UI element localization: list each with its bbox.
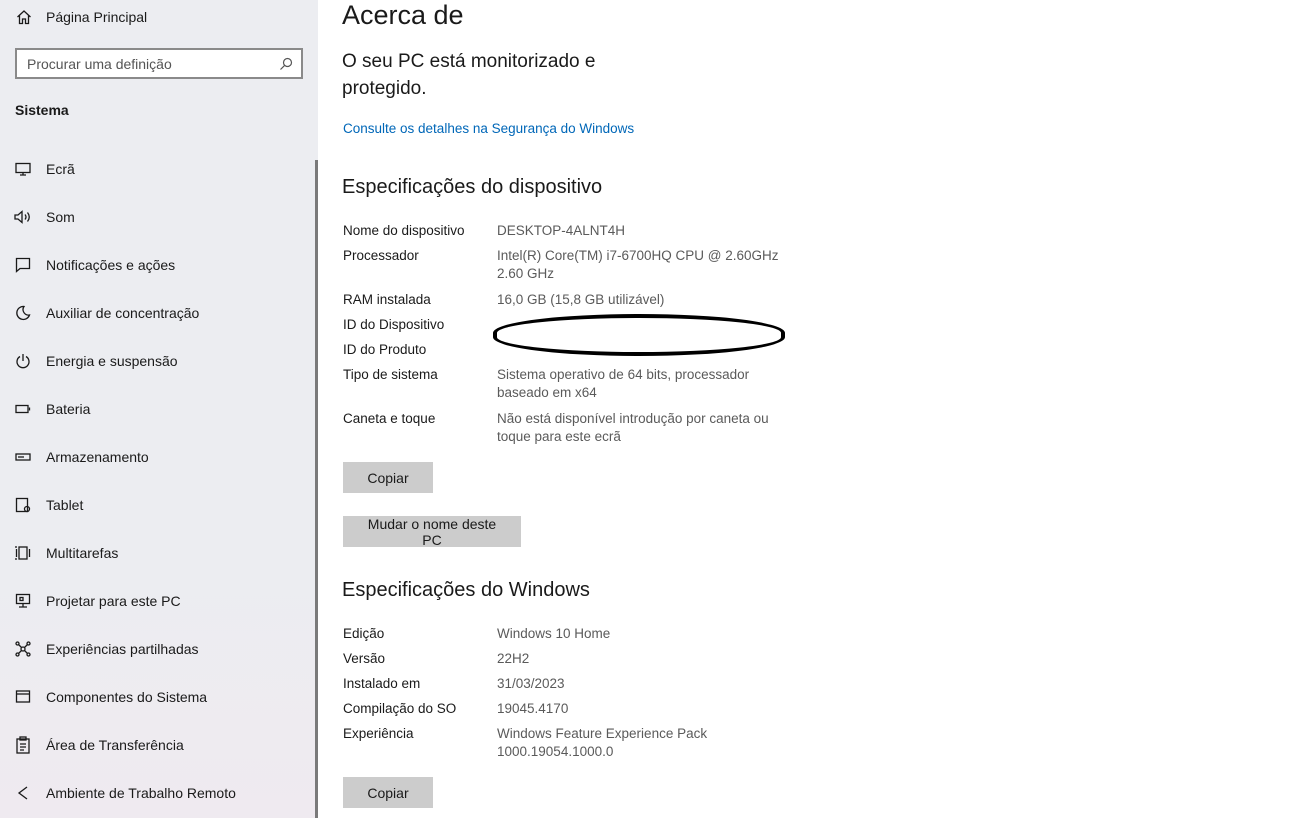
spec-value: Windows 10 Home (497, 626, 611, 641)
remote-icon (14, 784, 32, 802)
tablet-icon (14, 496, 32, 514)
settings-sidebar: Página Principal Sistema Ecrã Som Notifi… (0, 0, 318, 818)
sidebar-item-label: Tablet (46, 497, 84, 513)
sidebar-item-label: Componentes do Sistema (46, 689, 208, 705)
spec-key: RAM instalada (343, 292, 431, 307)
sidebar-item-label: Experiências partilhadas (46, 641, 199, 657)
sidebar-item-tablet[interactable]: Tablet (0, 481, 315, 529)
sidebar-item-multitasking[interactable]: Multitarefas (0, 529, 315, 577)
spec-value: 19045.4170 (497, 701, 569, 716)
sidebar-item-battery[interactable]: Bateria (0, 385, 315, 433)
battery-icon (14, 400, 32, 418)
section-title: Sistema (15, 102, 69, 118)
components-icon (14, 688, 32, 706)
moon-icon (14, 304, 32, 322)
shared-icon (14, 640, 32, 658)
sidebar-item-clipboard[interactable]: Área de Transferência (0, 721, 315, 769)
multitask-icon (14, 544, 32, 562)
spec-key: ID do Produto (343, 342, 427, 357)
sidebar-item-display[interactable]: Ecrã (0, 145, 315, 193)
sidebar-item-label: Ambiente de Trabalho Remoto (46, 785, 236, 801)
power-icon (14, 352, 32, 370)
spec-key: Experiência (343, 726, 414, 741)
spec-key: Edição (343, 626, 385, 641)
sidebar-item-label: Multitarefas (46, 545, 119, 561)
spec-key: ID do Dispositivo (343, 317, 445, 332)
spec-value: Intel(R) Core(TM) i7-6700HQ CPU @ 2.60GH… (497, 248, 779, 281)
sidebar-item-power-sleep[interactable]: Energia e suspensão (0, 337, 315, 385)
spec-key: Processador (343, 248, 419, 263)
device-specs-heading: Especificações do dispositivo (342, 176, 603, 198)
spec-value: 31/03/2023 (497, 676, 565, 691)
sidebar-item-remote-desktop[interactable]: Ambiente de Trabalho Remoto (0, 769, 315, 817)
page-title: Acerca de (342, 0, 464, 30)
search-input[interactable] (27, 55, 279, 72)
sidebar-item-focus-assist[interactable]: Auxiliar de concentração (0, 289, 315, 337)
protection-status-text: O seu PC está monitorizado e protegido. (342, 51, 596, 99)
home-nav-item[interactable]: Página Principal (16, 6, 147, 28)
spec-value: Windows Feature Experience Pack 1000.190… (497, 726, 708, 759)
sidebar-item-label: Auxiliar de concentração (46, 305, 200, 321)
sidebar-item-label: Bateria (46, 401, 91, 417)
clipboard-icon (14, 736, 32, 754)
search-box[interactable] (15, 48, 303, 79)
sidebar-item-label: Som (46, 209, 75, 225)
spec-key: Instalado em (343, 676, 421, 691)
spec-value: DESKTOP-4ALNT4H (497, 223, 626, 238)
sidebar-item-label: Ecrã (46, 161, 75, 177)
spec-key: Versão (343, 651, 386, 666)
sidebar-item-shared-experiences[interactable]: Experiências partilhadas (0, 625, 315, 673)
sidebar-item-system-components[interactable]: Componentes do Sistema (0, 673, 315, 721)
spec-key: Compilação do SO (343, 701, 457, 716)
sidebar-item-sound[interactable]: Som (0, 193, 315, 241)
sidebar-scrollbar[interactable] (315, 160, 318, 818)
sidebar-item-label: Projetar para este PC (46, 593, 181, 609)
home-icon (17, 10, 31, 25)
spec-key: Caneta e toque (343, 411, 436, 426)
sidebar-item-label: Notificações e ações (46, 257, 176, 273)
rename-pc-button[interactable]: Mudar o nome deste PC (343, 516, 521, 548)
redaction-mark (493, 314, 785, 356)
notification-icon (14, 256, 32, 274)
project-icon (14, 592, 32, 610)
copy-device-specs-button[interactable]: Copiar (343, 462, 433, 493)
spec-value: Não está disponível introdução por canet… (497, 411, 769, 444)
sidebar-item-storage[interactable]: Armazenamento (0, 433, 315, 481)
sidebar-item-label: Energia e suspensão (46, 353, 178, 369)
windows-specs-heading: Especificações do Windows (342, 579, 590, 601)
sidebar-item-project[interactable]: Projetar para este PC (0, 577, 315, 625)
home-label: Página Principal (46, 9, 148, 25)
spec-value: Sistema operativo de 64 bits, processado… (497, 367, 750, 400)
display-icon (14, 160, 32, 178)
copy-windows-specs-button[interactable]: Copiar (343, 777, 433, 808)
sidebar-item-label: Área de Transferência (46, 737, 184, 753)
search-icon (280, 57, 293, 70)
windows-security-link[interactable]: Consulte os detalhes na Segurança do Win… (343, 121, 634, 136)
speaker-icon (14, 208, 32, 226)
spec-value: 16,0 GB (15,8 GB utilizável) (497, 292, 665, 307)
sidebar-item-label: Armazenamento (46, 449, 149, 465)
sidebar-item-notifications[interactable]: Notificações e ações (0, 241, 315, 289)
sidebar-nav: Ecrã Som Notificações e ações Auxiliar d… (0, 145, 315, 817)
spec-value: 22H2 (497, 651, 530, 666)
storage-icon (14, 448, 32, 466)
spec-key: Tipo de sistema (343, 367, 438, 382)
spec-key: Nome do dispositivo (343, 223, 465, 238)
